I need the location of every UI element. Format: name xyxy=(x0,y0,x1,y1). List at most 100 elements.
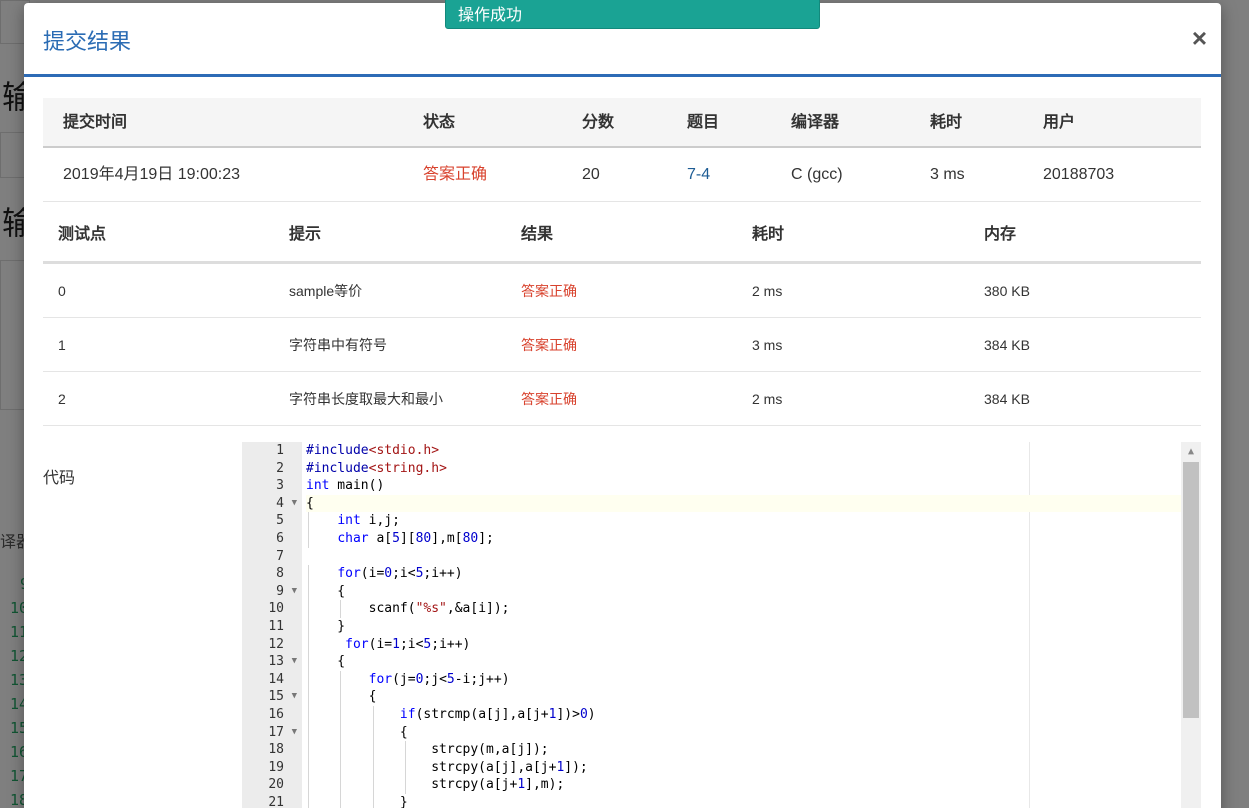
submission-summary-table: 提交时间 状态 分数 题目 编译器 耗时 用户 2019年4月19日 19:00… xyxy=(43,98,1201,202)
editor-scrollbar[interactable]: ▲ xyxy=(1181,442,1201,808)
indent-guide xyxy=(308,582,309,601)
indent-guide xyxy=(308,617,309,636)
code-line: strcpy(m,a[j]); xyxy=(306,741,549,759)
code-label: 代码 xyxy=(43,470,76,487)
table-row: 2019年4月19日 19:00:23 答案正确 20 7-4 C (gcc) … xyxy=(43,148,1201,202)
header-elapsed: 耗时 xyxy=(930,114,963,131)
line-number: 14 xyxy=(268,671,284,687)
fold-arrow-icon[interactable]: ▼ xyxy=(292,583,297,601)
line-number: 21 xyxy=(268,794,284,808)
indent-guide xyxy=(308,512,309,530)
code-area[interactable]: #include<stdio.h> #include<string.h> int m… xyxy=(306,442,1185,808)
test-memory: 384 KB xyxy=(984,391,1030,407)
line-number: 5 xyxy=(276,513,284,529)
indent-guide xyxy=(340,600,342,618)
code-line: for(j=0;j<5-i;j++) xyxy=(306,670,1185,689)
code-line: for(i=1;i<5;i++) xyxy=(306,635,1185,654)
indent-guide xyxy=(308,670,309,689)
table-row: 1 字符串中有符号 答案正确 3 ms 384 KB xyxy=(43,318,1201,372)
indent-guide xyxy=(372,723,374,742)
code-editor[interactable]: 1 2 3 4 ▼ 5 6 7 8 9 ▼ 10 11 12 13 ▼ 14 15 ▼ 16 17 ▼ 18 19 20 21 #… xyxy=(242,442,1201,808)
status-badge: 答案正确 xyxy=(423,166,488,183)
test-time: 3 ms xyxy=(752,337,783,353)
test-cases-table: 测试点 提示 结果 耗时 内存 0 sample等价 答案正确 2 ms 380… xyxy=(43,206,1201,426)
indent-guide xyxy=(308,793,309,808)
code-line: { xyxy=(306,723,408,742)
line-number: 7 xyxy=(276,548,284,564)
table-row: 2 字符串长度取最大和最小 答案正确 2 ms 384 KB xyxy=(43,372,1201,426)
line-number: 3 xyxy=(276,478,284,494)
compiler-value: C (gcc) xyxy=(791,166,843,183)
code-line: { xyxy=(306,582,346,601)
header-problem: 题目 xyxy=(687,114,720,131)
score-value: 20 xyxy=(582,166,600,183)
fold-arrow-icon[interactable]: ▼ xyxy=(292,495,297,513)
header-score: 分数 xyxy=(582,114,615,131)
problem-link[interactable]: 7-4 xyxy=(687,148,710,202)
table-header: 测试点 提示 结果 耗时 内存 xyxy=(43,206,1201,264)
indent-guide xyxy=(340,688,342,706)
header-result: 结果 xyxy=(521,226,554,243)
test-hint: 字符串中有符号 xyxy=(289,337,387,353)
code-line: } xyxy=(306,793,1185,808)
indent-guide xyxy=(372,741,374,759)
test-memory: 384 KB xyxy=(984,337,1030,353)
code-line: scanf("%s",&a[i]); xyxy=(306,600,510,618)
indent-guide xyxy=(405,741,407,759)
test-time: 2 ms xyxy=(752,283,783,299)
header-hint: 提示 xyxy=(289,226,322,243)
code-line: { xyxy=(306,494,1185,513)
indent-guide xyxy=(372,758,374,777)
fold-arrow-icon[interactable]: ▼ xyxy=(292,724,297,742)
modal-title: 提交结果 xyxy=(43,29,132,54)
test-result: 答案正确 xyxy=(521,337,577,353)
indent-guide xyxy=(372,705,374,724)
toast-message: 操作成功 xyxy=(458,7,523,24)
line-number: 17 ▼ xyxy=(268,724,297,742)
indent-guide xyxy=(340,758,342,777)
editor-gutter: 1 2 3 4 ▼ 5 6 7 8 9 ▼ 10 11 12 13 ▼ 14 15 ▼ 16 17 ▼ 18 19 20 21 xyxy=(242,442,302,808)
fold-arrow-icon[interactable]: ▼ xyxy=(292,653,297,671)
indent-guide xyxy=(405,758,407,777)
user-value: 20188703 xyxy=(1043,166,1115,183)
code-line: if(strcmp(a[j],a[j+1])>0) xyxy=(306,705,1185,724)
indent-guide xyxy=(372,776,374,794)
code-line: for(i=0;i<5;i++) xyxy=(306,565,1185,583)
header-user: 用户 xyxy=(1043,114,1076,131)
test-result: 答案正确 xyxy=(521,391,577,407)
indent-guide xyxy=(340,705,342,724)
test-time: 2 ms xyxy=(752,391,783,407)
code-line: #include<string.h> xyxy=(306,460,447,476)
line-number: 13 ▼ xyxy=(268,653,297,671)
code-line: int i,j; xyxy=(306,512,1185,530)
line-number: 15 ▼ xyxy=(268,688,297,706)
code-line: int main() xyxy=(306,478,385,494)
scroll-up-icon[interactable]: ▲ xyxy=(1181,442,1201,462)
test-result: 答案正确 xyxy=(521,283,577,299)
line-number: 4 ▼ xyxy=(276,495,297,513)
indent-guide xyxy=(340,670,342,689)
test-hint: 字符串长度取最大和最小 xyxy=(289,391,443,407)
table-header: 提交时间 状态 分数 题目 编译器 耗时 用户 xyxy=(43,98,1201,148)
indent-guide xyxy=(340,776,342,794)
indent-guide xyxy=(372,793,374,808)
close-icon[interactable]: × xyxy=(1192,23,1207,54)
indent-guide xyxy=(308,758,309,777)
line-number: 8 xyxy=(276,566,284,582)
code-line: { xyxy=(306,688,1185,706)
submit-time: 2019年4月19日 19:00:23 xyxy=(63,166,241,183)
line-number: 16 xyxy=(268,706,284,722)
scroll-thumb[interactable] xyxy=(1183,462,1199,718)
test-hint: sample等价 xyxy=(289,283,363,299)
indent-guide xyxy=(308,635,309,654)
test-id: 1 xyxy=(58,337,66,353)
indent-guide xyxy=(308,600,309,618)
code-line: strcpy(a[j],a[j+1]); xyxy=(306,758,588,777)
fold-arrow-icon[interactable]: ▼ xyxy=(292,688,297,706)
indent-guide xyxy=(308,653,309,671)
test-id: 2 xyxy=(58,391,66,407)
indent-guide xyxy=(405,776,407,794)
indent-guide xyxy=(308,776,309,794)
submission-result-modal: 提交结果 × 提交时间 状态 分数 题目 编译器 耗时 用户 2019年4月19… xyxy=(24,3,1221,808)
